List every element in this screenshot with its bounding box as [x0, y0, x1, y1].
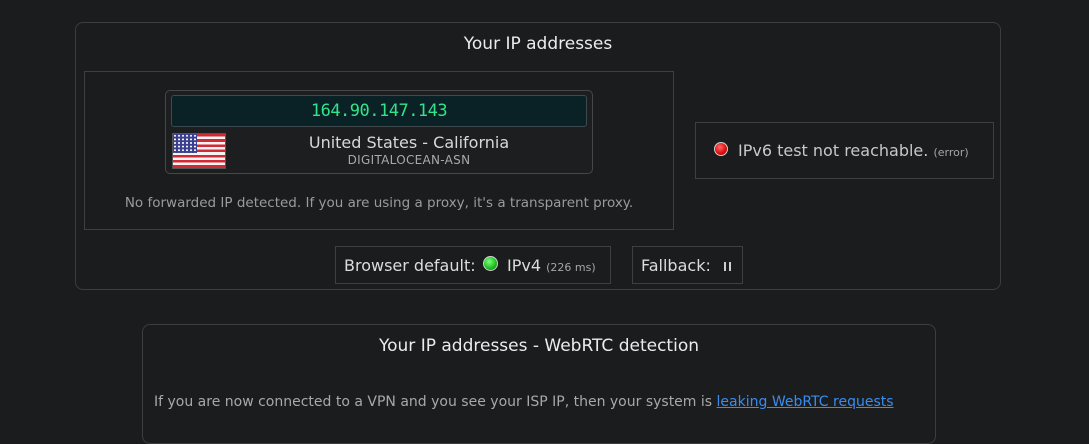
fallback-box: Fallback:	[632, 246, 743, 284]
browser-default-box: Browser default: IPv4 (226 ms)	[335, 246, 611, 284]
ip-asn: DIGITALOCEAN-ASN	[347, 153, 471, 167]
error-status-icon	[714, 142, 728, 156]
ip-panel-title: Your IP addresses	[463, 34, 613, 54]
ip-address-value[interactable]: 164.90.147.143	[171, 95, 587, 127]
loading-icon	[724, 262, 732, 271]
ipv6-status: IPv6 test not reachable. (error)	[738, 141, 969, 160]
browser-default-label: Browser default:	[344, 256, 476, 275]
webrtc-panel-title: Your IP addresses - WebRTC detection	[379, 336, 699, 356]
ipv4-section: 164.90.147.143 United States - Californi…	[84, 71, 674, 230]
webrtc-panel: Your IP addresses - WebRTC detection If …	[142, 324, 936, 444]
ip-card: 164.90.147.143 United States - Californi…	[165, 90, 593, 174]
us-flag-icon	[172, 133, 226, 169]
ipv6-section: IPv6 test not reachable. (error)	[695, 122, 994, 179]
ipv6-status-text: IPv6 test not reachable.	[738, 141, 929, 160]
protocol-text: IPv4	[507, 256, 542, 275]
latency-text: (226 ms)	[546, 261, 596, 274]
flag-canton	[173, 134, 197, 153]
forwarded-ip-note: No forwarded IP detected. If you are usi…	[124, 195, 634, 211]
ipv6-status-detail: (error)	[933, 146, 969, 159]
ip-location: United States - California	[308, 133, 510, 152]
webrtc-note: If you are now connected to a VPN and yo…	[154, 394, 894, 410]
browser-default-protocol: IPv4 (226 ms)	[507, 256, 596, 275]
ip-addresses-panel: Your IP addresses 164.90.147.143 United …	[75, 22, 1001, 290]
ok-status-icon	[483, 256, 498, 271]
fallback-label: Fallback:	[641, 256, 711, 275]
webrtc-note-text: If you are now connected to a VPN and yo…	[154, 394, 713, 410]
webrtc-leak-link[interactable]: leaking WebRTC requests	[717, 394, 894, 410]
